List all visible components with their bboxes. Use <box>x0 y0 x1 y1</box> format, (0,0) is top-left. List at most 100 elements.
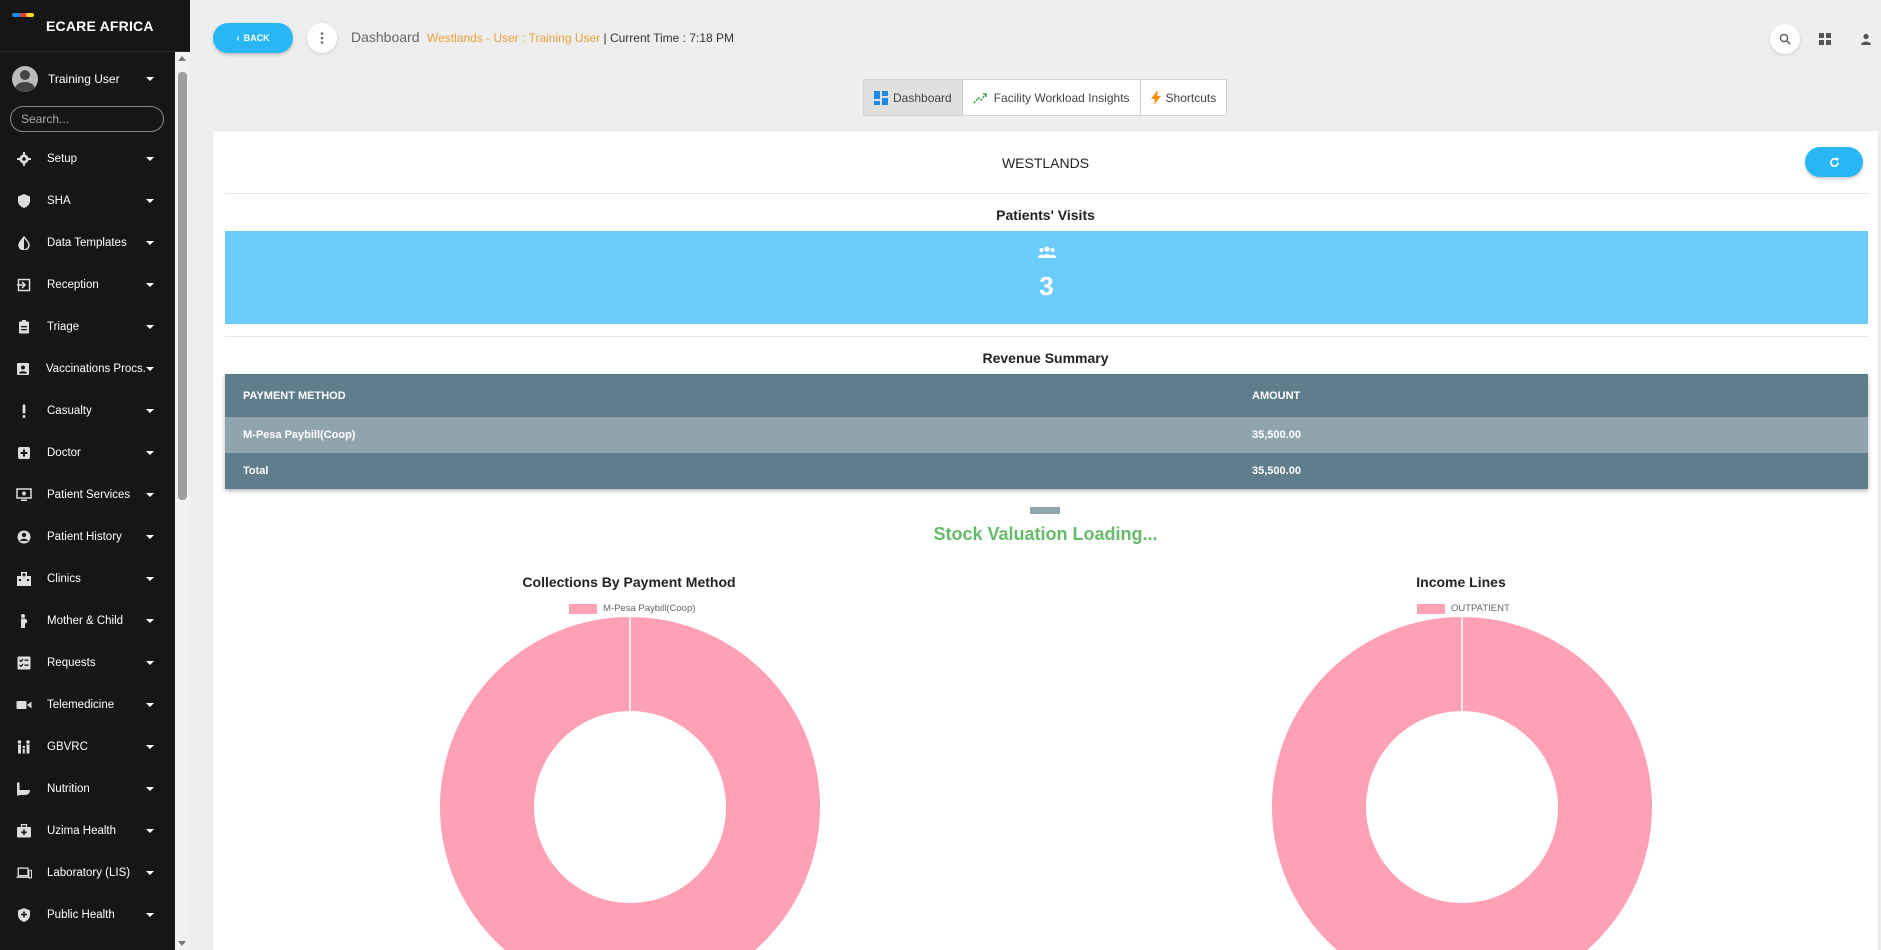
chevron-down-icon <box>146 325 154 329</box>
dashboard-panel: WESTLANDS Patients' Visits 3 Revenue Sum… <box>213 131 1878 950</box>
tab-facility-workload-insights[interactable]: Facility Workload Insights <box>963 80 1141 115</box>
sidebar-item-reception[interactable]: Reception <box>0 264 174 306</box>
sidebar-item-triage[interactable]: Triage <box>0 306 174 348</box>
trending-icon <box>973 92 989 104</box>
hospital-icon <box>16 571 32 587</box>
chevron-down-icon <box>146 367 154 371</box>
tab-label: Dashboard <box>893 90 952 105</box>
sidebar-item-label: Patient History <box>47 531 122 543</box>
search-button[interactable] <box>1770 24 1800 54</box>
sidebar-item-patient-services[interactable]: Patient Services <box>0 474 174 516</box>
sidebar-item-label: Reception <box>47 279 99 291</box>
col-header-payment-method[interactable]: PAYMENT METHOD <box>225 374 1234 417</box>
tab-label: Facility Workload Insights <box>993 90 1130 105</box>
legend-item[interactable]: M-Pesa Paybill(Coop) <box>569 603 695 614</box>
sidebar-item-label: Public Health <box>47 909 115 921</box>
sidebar-item-label: Data Templates <box>47 237 127 249</box>
back-button[interactable]: ‹ BACK <box>213 23 293 53</box>
sidebar-item-data-templates[interactable]: Data Templates <box>0 222 174 264</box>
sidebar-search-input[interactable] <box>10 106 164 132</box>
login-icon <box>16 277 32 293</box>
refresh-button[interactable] <box>1805 147 1863 177</box>
sidebar-item-uzima-health[interactable]: Uzima Health <box>0 810 174 852</box>
sidebar-item-sha[interactable]: SHA <box>0 180 174 222</box>
scroll-down-arrow-icon[interactable] <box>178 941 186 946</box>
loading-indicator <box>1030 507 1060 514</box>
legend-label: M-Pesa Paybill(Coop) <box>603 603 696 614</box>
sidebar-item-casualty[interactable]: Casualty <box>0 390 174 432</box>
visits-card: 3 <box>225 231 1868 324</box>
scrollbar-thumb[interactable] <box>178 72 187 500</box>
sidebar-item-doctor[interactable]: Doctor <box>0 432 174 474</box>
user-menu[interactable]: Training User <box>0 52 174 106</box>
clipboard-icon <box>16 319 32 335</box>
group-icon <box>1037 245 1056 263</box>
tab-dashboard[interactable]: Dashboard <box>864 80 963 115</box>
sidebar-item-label: Patient Services <box>47 489 131 501</box>
table-header-row: PAYMENT METHOD AMOUNT <box>225 374 1868 417</box>
sidebar-item-label: SHA <box>47 195 71 207</box>
income-lines-donut-chart <box>1272 617 1652 950</box>
search-icon <box>1779 33 1791 45</box>
more-options-button[interactable] <box>307 23 337 53</box>
refresh-icon <box>1829 156 1839 167</box>
divider <box>225 193 1868 194</box>
nutrition-icon <box>16 781 32 797</box>
chevron-down-icon <box>146 913 154 917</box>
sidebar-item-laboratory-lis[interactable]: Laboratory (LIS) <box>0 852 174 894</box>
scroll-up-arrow-icon[interactable] <box>178 56 186 61</box>
sidebar-item-patient-history[interactable]: Patient History <box>0 516 174 558</box>
chevron-down-icon <box>146 577 154 581</box>
chart-title-income-lines: Income Lines <box>1416 574 1506 590</box>
legend-item[interactable]: OUTPATIENT <box>1417 603 1510 614</box>
sidebar-item-clinics[interactable]: Clinics <box>0 558 174 600</box>
sidebar-item-telemedicine[interactable]: Telemedicine <box>0 684 174 726</box>
sidebar-item-vaccinations-procs[interactable]: Vaccinations Procs. <box>0 348 174 390</box>
facility-name: WESTLANDS <box>1001 155 1090 171</box>
apps-button[interactable] <box>1810 24 1840 54</box>
cell-payment-method: M-Pesa Paybill(Coop) <box>225 417 1234 453</box>
chevron-down-icon <box>146 451 154 455</box>
sidebar-item-public-health[interactable]: Public Health <box>0 894 174 936</box>
legend-label: OUTPATIENT <box>1451 603 1510 614</box>
chevron-down-icon <box>146 409 154 413</box>
sidebar-item-label: Uzima Health <box>47 825 117 837</box>
revenue-table: PAYMENT METHOD AMOUNT M-Pesa Paybill(Coo… <box>225 374 1868 489</box>
sidebar-item-label: Triage <box>47 321 80 333</box>
separator: | <box>600 31 610 45</box>
sidebar-item-mother-child[interactable]: Mother & Child <box>0 600 174 642</box>
visits-count: 3 <box>1039 271 1054 301</box>
contrast-icon <box>16 235 32 251</box>
cell-amount: 35,500.00 <box>1234 417 1868 453</box>
exclamation-icon <box>16 403 32 419</box>
divider <box>225 336 1868 337</box>
dashboard-icon <box>874 90 888 105</box>
profile-button[interactable] <box>1851 24 1881 54</box>
current-time: Current Time : 7:18 PM <box>609 31 735 45</box>
back-label: BACK <box>243 33 270 43</box>
nav-list: Setup SHA Data Templates Reception Triage Vac… <box>0 138 174 936</box>
chevron-down-icon <box>146 535 154 539</box>
user-name: Training User <box>48 72 120 86</box>
stock-valuation-loading: Stock Valuation Loading... <box>933 524 1158 544</box>
visits-title: Patients' Visits <box>996 207 1095 223</box>
account-circle-icon <box>16 529 32 545</box>
location-info: Westlands - User : Training User | Curre… <box>427 31 734 45</box>
sidebar-item-setup[interactable]: Setup <box>0 138 174 180</box>
sidebar-scrollbar[interactable] <box>175 52 190 950</box>
tab-shortcuts[interactable]: Shortcuts <box>1141 80 1227 115</box>
cell-total-label: Total <box>225 453 1234 489</box>
chevron-down-icon <box>146 661 154 665</box>
person-icon <box>1861 33 1871 45</box>
sidebar-item-requests[interactable]: Requests <box>0 642 174 684</box>
contact-card-icon <box>16 361 31 377</box>
chevron-down-icon <box>146 199 154 203</box>
sidebar-item-gbvrc[interactable]: GBVRC <box>0 726 174 768</box>
monitor-icon <box>16 487 32 503</box>
sidebar-item-nutrition[interactable]: Nutrition <box>0 768 174 810</box>
sidebar-item-label: Setup <box>47 153 78 165</box>
sidebar-item-label: Doctor <box>47 447 81 459</box>
sidebar: ECARE AFRICA Training User Setup SHA Data … <box>0 0 190 950</box>
col-header-amount[interactable]: AMOUNT <box>1234 374 1868 417</box>
collections-donut-chart <box>440 617 820 950</box>
